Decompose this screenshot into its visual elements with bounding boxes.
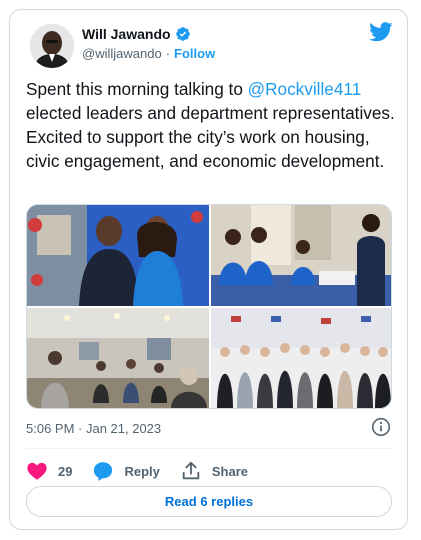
reply-button[interactable]: Reply bbox=[92, 460, 160, 482]
photo-3[interactable] bbox=[27, 308, 209, 408]
author-handle-row: @willjawando · Follow bbox=[82, 46, 215, 61]
info-icon[interactable] bbox=[371, 417, 391, 437]
reply-label: Reply bbox=[124, 463, 160, 479]
tweet-text-start: Spent this morning talking to bbox=[26, 79, 248, 99]
tweet-text: Spent this morning talking to @Rockville… bbox=[26, 77, 398, 173]
tweet-timestamp[interactable]: 5:06 PM · Jan 21, 2023 bbox=[26, 421, 161, 436]
divider bbox=[26, 448, 391, 449]
photo-4[interactable] bbox=[211, 308, 391, 408]
twitter-bird-icon[interactable] bbox=[369, 22, 393, 42]
mention-link[interactable]: @Rockville411 bbox=[248, 79, 362, 99]
heart-icon bbox=[27, 462, 47, 480]
avatar[interactable] bbox=[30, 24, 74, 68]
like-button[interactable]: 29 bbox=[26, 460, 72, 482]
author-name[interactable]: Will Jawando bbox=[82, 26, 171, 42]
speech-bubble-icon bbox=[94, 462, 113, 481]
like-count: 29 bbox=[58, 463, 73, 479]
action-bar: 29 Reply Share bbox=[26, 456, 268, 486]
verified-badge-icon bbox=[175, 26, 191, 42]
share-upload-icon bbox=[182, 461, 200, 480]
photo-1[interactable] bbox=[27, 205, 209, 306]
tweet-card: Will Jawando @willjawando · Follow Spent… bbox=[9, 9, 408, 530]
share-label: Share bbox=[211, 463, 249, 479]
share-button[interactable]: Share bbox=[180, 460, 248, 482]
separator-dot: · bbox=[165, 46, 171, 61]
follow-button[interactable]: Follow bbox=[174, 46, 215, 61]
author-name-row[interactable]: Will Jawando bbox=[82, 26, 191, 42]
photo-2[interactable] bbox=[211, 205, 391, 306]
read-replies-button[interactable]: Read 6 replies bbox=[26, 486, 392, 517]
author-handle[interactable]: @willjawando bbox=[82, 46, 162, 61]
media-grid bbox=[26, 204, 392, 409]
tweet-text-end: elected leaders and department represent… bbox=[26, 103, 395, 171]
